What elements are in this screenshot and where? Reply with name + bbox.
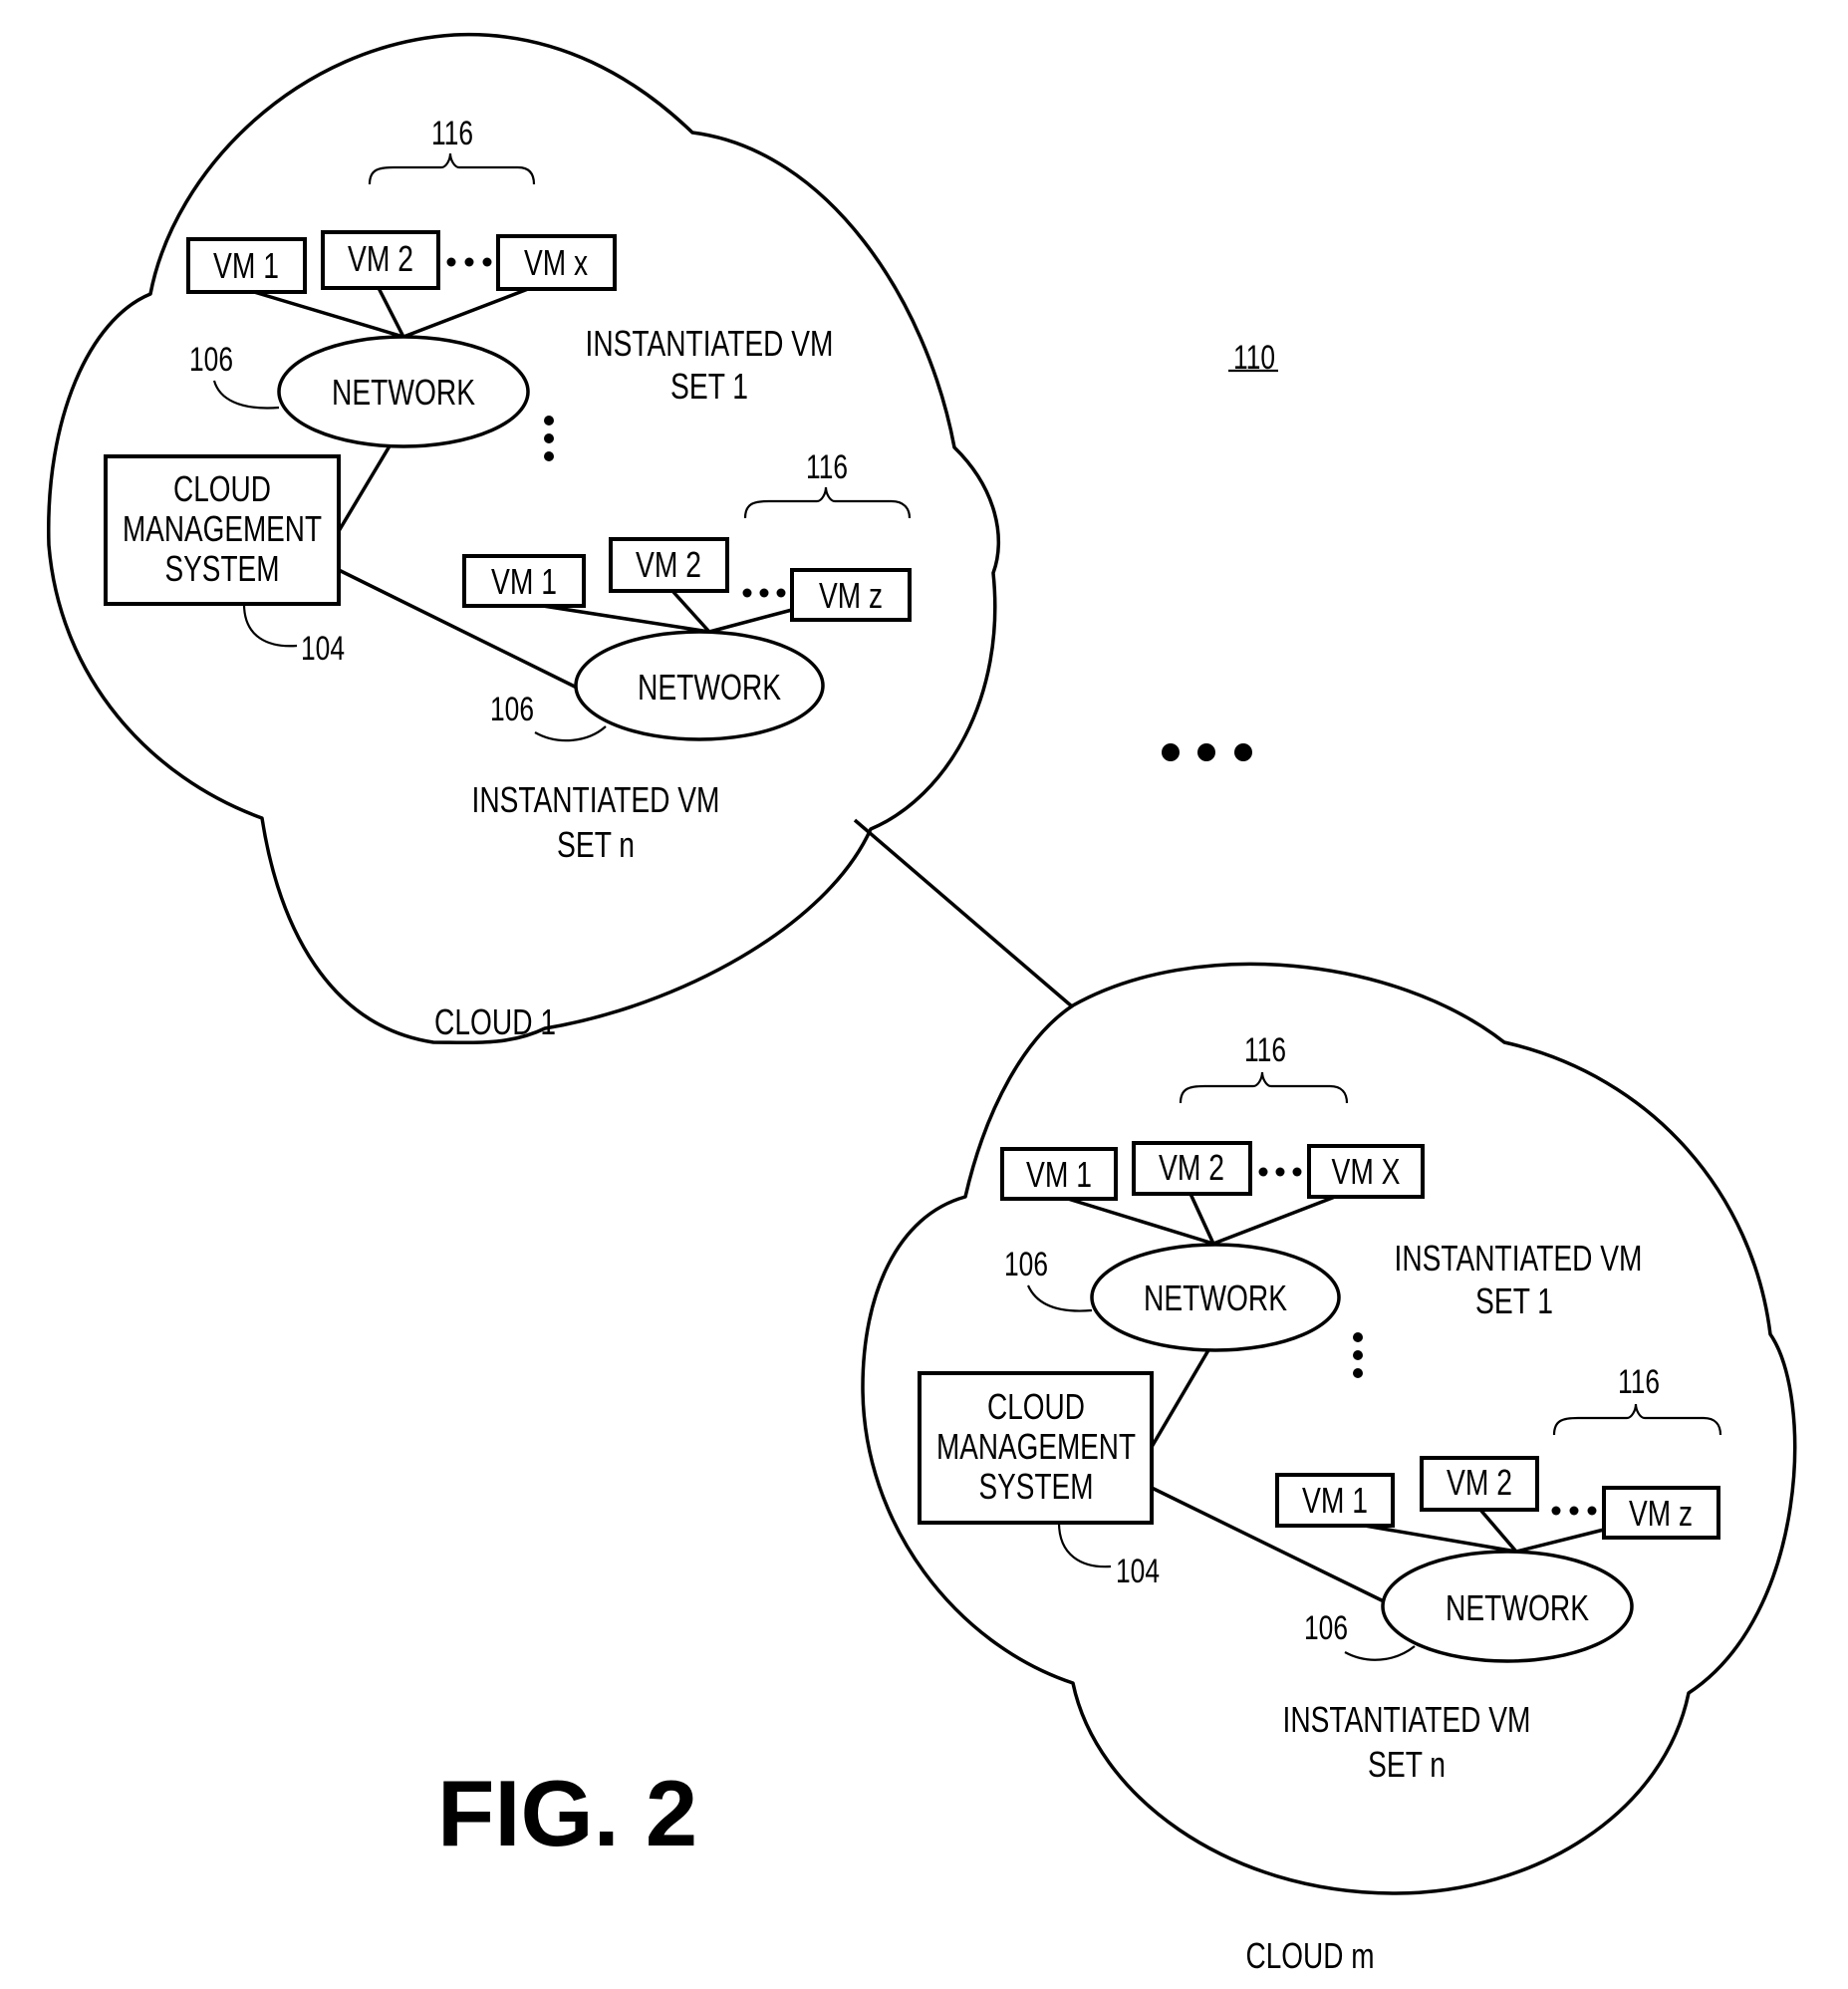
- vm-set-label: SET n: [1368, 1744, 1446, 1785]
- network-label: NETWORK: [638, 667, 781, 708]
- cloud-name: CLOUD m: [1246, 1935, 1375, 1976]
- vm-ellipsis-dot: [1569, 1506, 1579, 1516]
- vm-group-brace: [743, 486, 912, 519]
- cms-ref: 104: [301, 630, 345, 668]
- vm-ellipsis-dot: [464, 257, 474, 267]
- network-ref-leader: [212, 380, 280, 410]
- vm-group-brace: [1179, 1071, 1349, 1104]
- vm-set-label: INSTANTIATED VM: [1395, 1238, 1643, 1279]
- vm-group-ref: 116: [431, 115, 473, 152]
- vm-ellipsis-dot: [1258, 1167, 1268, 1177]
- set-ellipsis-dot: [1353, 1350, 1363, 1360]
- vm-set-n: 116 VM 1 VM 2 VM z NETWORK 106 INSTANTIA…: [1275, 1363, 1722, 1785]
- vm-label: VM 1: [1026, 1154, 1092, 1195]
- inter-cloud-link: [853, 818, 1074, 1008]
- vm-ellipsis-dot: [1587, 1506, 1597, 1516]
- vm-set-1: 116 VM 1 VM 2 VM x NETWORK 106 INSTANTIA…: [186, 115, 834, 448]
- vm-link: [708, 608, 793, 634]
- set-ellipsis-dot: [544, 433, 554, 443]
- vm-link: [1067, 1197, 1214, 1246]
- cms-to-network-1-link: [1150, 1349, 1210, 1448]
- vm-label: VM 2: [636, 544, 701, 585]
- vm-label: VM 1: [1302, 1480, 1368, 1521]
- vm-ellipsis-dot: [742, 588, 752, 598]
- vm-ellipsis-dot: [482, 257, 492, 267]
- vm-group-brace: [368, 152, 536, 185]
- ellipsis-dot: [1197, 743, 1215, 761]
- vm-ellipsis-dot: [446, 257, 456, 267]
- cms-line: CLOUD: [173, 468, 271, 509]
- set-ellipsis-dot: [544, 416, 554, 426]
- network-label: NETWORK: [332, 372, 475, 413]
- cloud-1: CLOUD MANAGEMENT SYSTEM 104 116 VM 1 VM …: [47, 32, 1000, 1045]
- more-clouds-ellipsis: [1162, 743, 1252, 761]
- vm-set-label: INSTANTIATED VM: [1283, 1699, 1531, 1740]
- cms-line: MANAGEMENT: [123, 508, 322, 549]
- vm-set-n: 116 VM 1 VM 2 VM z NETWORK 106 INSTANTIA…: [462, 448, 912, 865]
- network-ref-leader: [1026, 1284, 1093, 1312]
- network-label: NETWORK: [1446, 1587, 1589, 1628]
- vm-group-brace: [1552, 1403, 1722, 1436]
- cms-ref-leader: [242, 603, 298, 648]
- network-ref-leader: [1344, 1645, 1416, 1661]
- vm-set-label: SET 1: [670, 366, 748, 407]
- network-ref: 106: [1004, 1246, 1048, 1283]
- network-label: NETWORK: [1144, 1278, 1287, 1318]
- vm-label: VM 2: [348, 238, 413, 279]
- vm-group-ref: 116: [1618, 1363, 1660, 1401]
- set-ellipsis-dot: [1353, 1368, 1363, 1378]
- vm-set-label: INSTANTIATED VM: [586, 323, 834, 364]
- cloud-name: CLOUD 1: [434, 1001, 556, 1042]
- vm-set-label: INSTANTIATED VM: [472, 779, 720, 820]
- cms-line: MANAGEMENT: [936, 1426, 1136, 1467]
- cms-line: SYSTEM: [979, 1466, 1094, 1507]
- vm-ellipsis-dot: [1275, 1167, 1285, 1177]
- vm-label: VM X: [1332, 1151, 1401, 1192]
- vm-set-label: SET 1: [1475, 1280, 1553, 1321]
- vm-label: VM 1: [491, 561, 557, 602]
- vm-ellipsis-dot: [1551, 1506, 1561, 1516]
- vm-group-ref: 116: [1244, 1031, 1286, 1069]
- system-ref-110: 110: [1228, 339, 1278, 377]
- vm-ellipsis-dot: [776, 588, 786, 598]
- vm-set-label: SET n: [557, 824, 635, 865]
- set-ellipsis-dot: [1353, 1332, 1363, 1342]
- cloud-m: CLOUD MANAGEMENT SYSTEM 104 116 VM 1 VM …: [861, 962, 1797, 1976]
- cms-to-network-1-link: [337, 433, 398, 532]
- cms-ref-leader: [1057, 1522, 1112, 1568]
- network-ref: 106: [189, 341, 233, 379]
- vm-label: VM x: [524, 242, 588, 283]
- ellipsis-dot: [1162, 743, 1180, 761]
- cms-ref: 104: [1116, 1553, 1160, 1590]
- cms-line: SYSTEM: [165, 548, 280, 589]
- network-ref: 106: [1304, 1609, 1348, 1647]
- vm-ellipsis-dot: [1292, 1167, 1302, 1177]
- vm-link: [402, 287, 529, 339]
- figure-title: FIG. 2: [437, 1761, 697, 1865]
- vm-link: [542, 604, 710, 634]
- vm-group-ref: 116: [806, 448, 848, 486]
- vm-link: [1212, 1195, 1336, 1246]
- set-ellipsis-dot: [544, 451, 554, 461]
- vm-link: [1364, 1524, 1517, 1554]
- vm-label: VM 2: [1447, 1462, 1512, 1503]
- vm-label: VM z: [1629, 1493, 1693, 1534]
- cms-box: CLOUD MANAGEMENT SYSTEM: [104, 454, 341, 606]
- cms-line: CLOUD: [987, 1386, 1085, 1427]
- network-ref: 106: [490, 691, 534, 728]
- vm-link: [253, 290, 404, 339]
- vm-label: VM 1: [213, 245, 279, 286]
- cloud-architecture-diagram: 110 CLOUD MANAGEMENT SYSTEM 104 116 VM 1…: [47, 32, 1797, 1976]
- cms-box: CLOUD MANAGEMENT SYSTEM: [918, 1371, 1154, 1525]
- vm-link: [1515, 1528, 1605, 1554]
- network-ref-leader: [534, 725, 607, 742]
- ellipsis-dot: [1234, 743, 1252, 761]
- vm-label: VM z: [819, 575, 883, 616]
- vm-ellipsis-dot: [759, 588, 769, 598]
- vm-label: VM 2: [1159, 1147, 1224, 1188]
- vm-set-1: 116 VM 1 VM 2 VM X NETWORK 106 INSTANTIA…: [1000, 1031, 1643, 1352]
